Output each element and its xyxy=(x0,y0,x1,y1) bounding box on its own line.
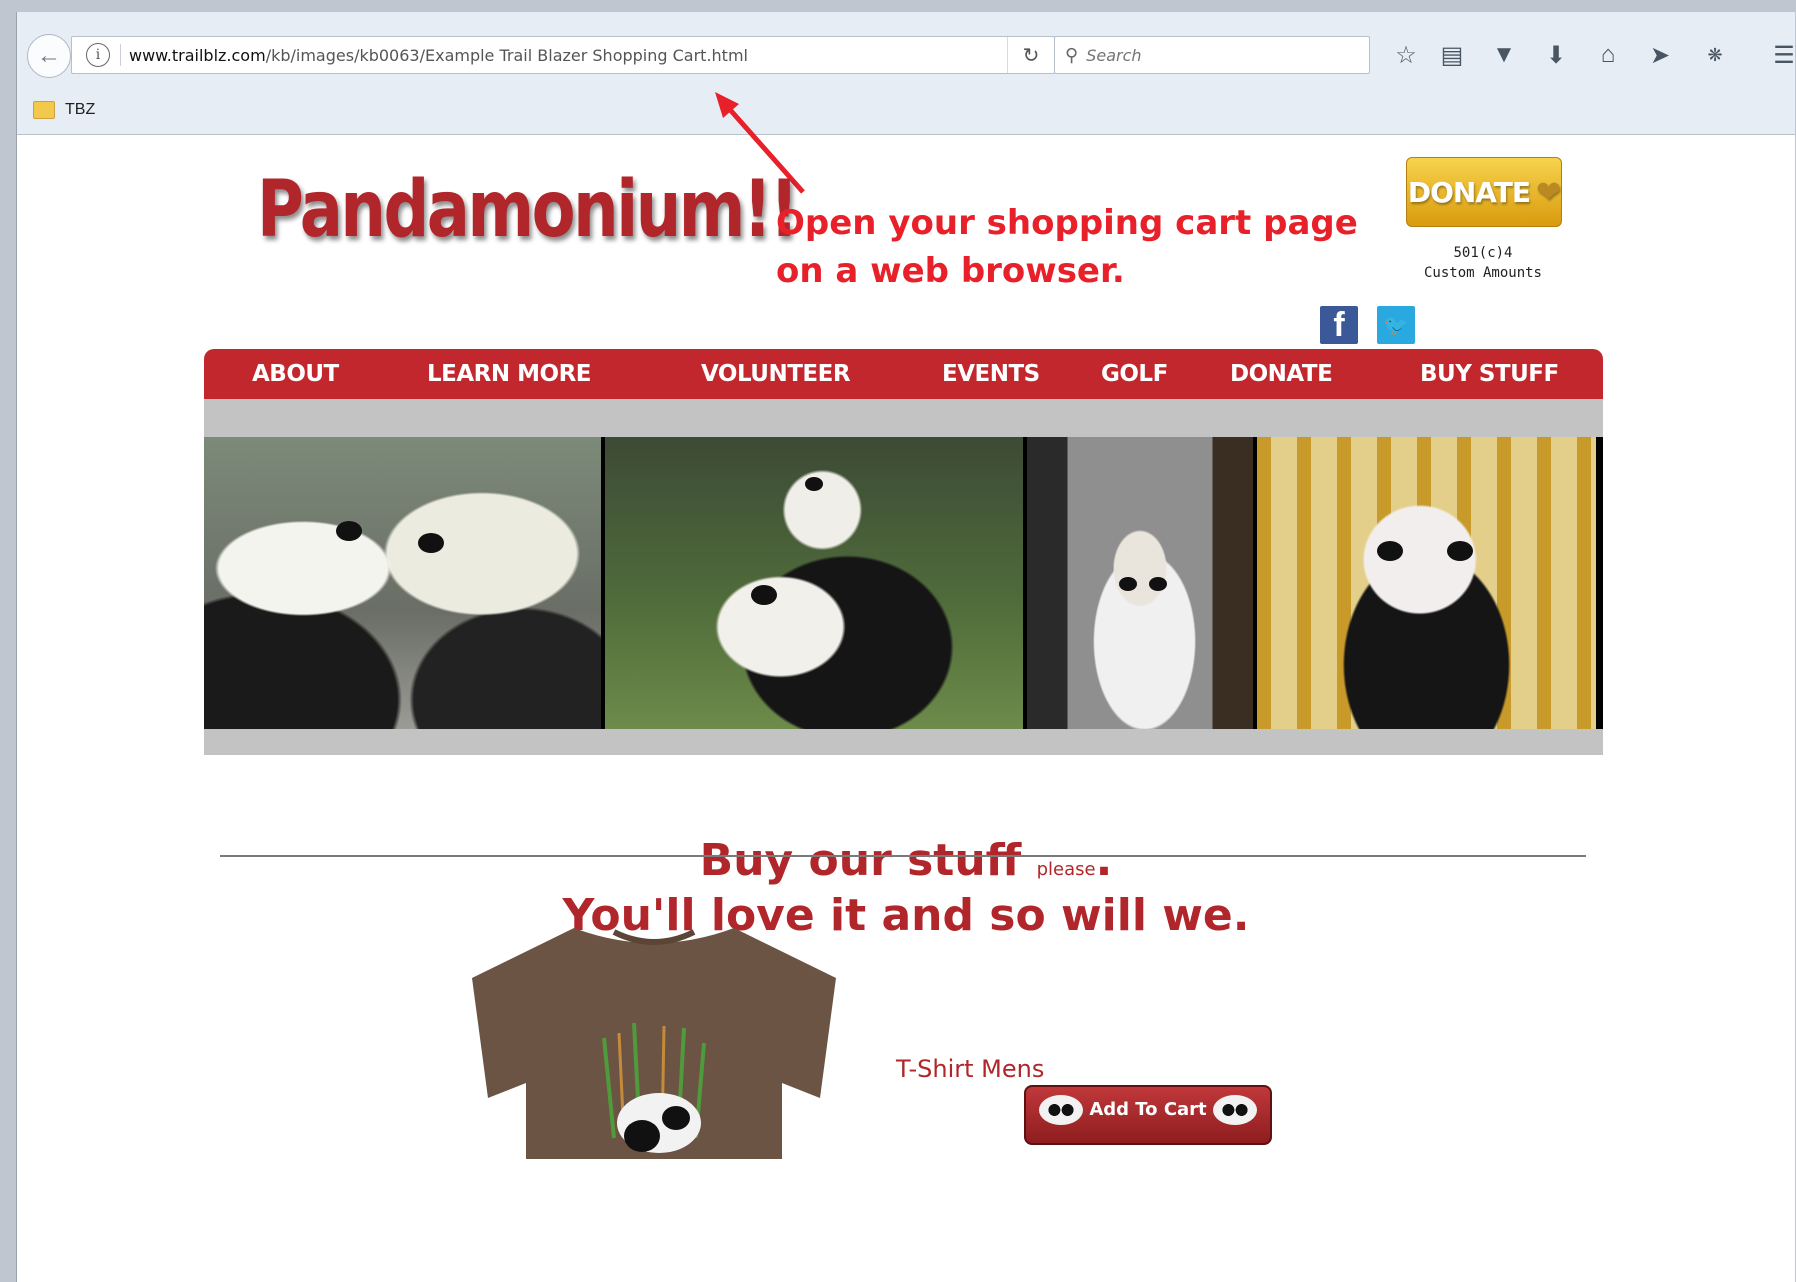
bookmark-tbz[interactable]: TBZ xyxy=(65,101,95,119)
callout-line-1: Open your shopping cart page xyxy=(776,203,1358,243)
url-path: /kb/images/kb0063/Example Trail Blazer S… xyxy=(265,45,748,65)
address-bar[interactable]: i www.trailblz.com/kb/images/kb0063/Exam… xyxy=(71,36,1055,74)
panda-eye xyxy=(1149,577,1167,591)
callout-line-2: on a web browser. xyxy=(776,251,1125,291)
nav-donate[interactable]: DONATE xyxy=(1230,349,1333,399)
donate-note-line-2: Custom Amounts xyxy=(1423,265,1542,281)
info-icon[interactable]: i xyxy=(86,43,110,67)
twitter-icon[interactable]: 🐦 xyxy=(1377,306,1415,344)
headline-small: please xyxy=(1036,859,1096,880)
donate-button-label: DONATE xyxy=(1407,175,1531,209)
url-separator xyxy=(120,44,121,66)
extension-icon[interactable]: ❋ xyxy=(1698,38,1732,72)
add-to-cart-label: Add To Cart xyxy=(1089,1099,1207,1120)
nav-golf[interactable]: GOLF xyxy=(1101,349,1168,399)
banner-gray-strip xyxy=(204,729,1603,755)
divider xyxy=(220,855,1586,857)
tshirt-image[interactable] xyxy=(464,918,844,1159)
panda-eye xyxy=(418,533,444,553)
donate-note: 501(c)4 Custom Amounts xyxy=(1391,243,1575,283)
browser-window: ← i www.trailblz.com/kb/images/kb0063/Ex… xyxy=(16,12,1795,1282)
reading-list-icon[interactable]: ▤ xyxy=(1435,38,1469,72)
headline-line-2: You'll love it and so will we. xyxy=(562,890,1250,941)
headline-main: Buy our stuff xyxy=(699,835,1022,886)
search-input[interactable] xyxy=(1084,44,1349,66)
photo-sliding-panda xyxy=(1027,437,1253,729)
photo-playing-pandas xyxy=(605,437,1023,729)
reload-icon[interactable]: ↻ xyxy=(1007,37,1054,73)
download-icon[interactable]: ⬇ xyxy=(1539,38,1573,72)
panda-banner xyxy=(204,437,1603,729)
nav-events[interactable]: EVENTS xyxy=(942,349,1040,399)
nav-volunteer[interactable]: VOLUNTEER xyxy=(701,349,851,399)
add-to-cart-button[interactable]: Add To Cart xyxy=(1024,1085,1272,1145)
facebook-icon[interactable]: f xyxy=(1320,306,1358,344)
panda-eye xyxy=(805,477,823,491)
heart-icon: ❤ xyxy=(1536,174,1561,210)
headline-period: . xyxy=(1095,835,1113,886)
photo-kissing-pandas xyxy=(204,437,601,729)
product-name: T-Shirt Mens xyxy=(896,1055,1045,1083)
panda-eye xyxy=(1119,577,1137,591)
main-nav: ABOUT LEARN MORE VOLUNTEER EVENTS GOLF D… xyxy=(204,349,1603,399)
search-bar[interactable]: ⚲ xyxy=(1054,36,1370,74)
menu-icon[interactable]: ☰ xyxy=(1767,38,1795,72)
back-button[interactable]: ← xyxy=(27,34,71,78)
nav-learn-more[interactable]: LEARN MORE xyxy=(427,349,592,399)
pocket-icon[interactable]: ▼ xyxy=(1487,38,1521,72)
headline-line-1: Buy our stuff please. xyxy=(17,835,1795,886)
nav-buy-stuff[interactable]: BUY STUFF xyxy=(1420,349,1559,399)
panda-eye xyxy=(1447,541,1473,561)
panda-eye xyxy=(336,521,362,541)
web-page: Pandamonium!! Open your shopping cart pa… xyxy=(17,92,1795,1282)
folder-icon[interactable] xyxy=(33,101,55,119)
back-arrow-icon: ← xyxy=(37,42,61,69)
donate-button[interactable]: DONATE ❤ xyxy=(1406,157,1562,227)
home-icon[interactable]: ⌂ xyxy=(1591,38,1625,72)
nav-gray-strip xyxy=(204,399,1603,437)
panda-icon xyxy=(1212,1095,1257,1125)
browser-toolbar: ← i www.trailblz.com/kb/images/kb0063/Ex… xyxy=(17,12,1795,135)
search-icon: ⚲ xyxy=(1065,44,1079,65)
panda-eye xyxy=(1377,541,1403,561)
url-text[interactable]: www.trailblz.com/kb/images/kb0063/Exampl… xyxy=(129,46,748,65)
site-logo[interactable]: Pandamonium!! xyxy=(257,165,799,255)
photo-cub-panda xyxy=(1257,437,1596,729)
panda-icon xyxy=(1039,1095,1084,1125)
star-icon[interactable]: ☆ xyxy=(1389,38,1423,72)
nav-about[interactable]: ABOUT xyxy=(252,349,339,399)
url-domain: www.trailblz.com xyxy=(129,45,266,65)
panda-eye xyxy=(751,585,777,605)
send-icon[interactable]: ➤ xyxy=(1643,38,1677,72)
donate-note-line-1: 501(c)4 xyxy=(1453,245,1513,261)
bookmarks-bar: TBZ xyxy=(17,92,95,128)
annotation-callout: Open your shopping cart page on a web br… xyxy=(776,199,1358,295)
